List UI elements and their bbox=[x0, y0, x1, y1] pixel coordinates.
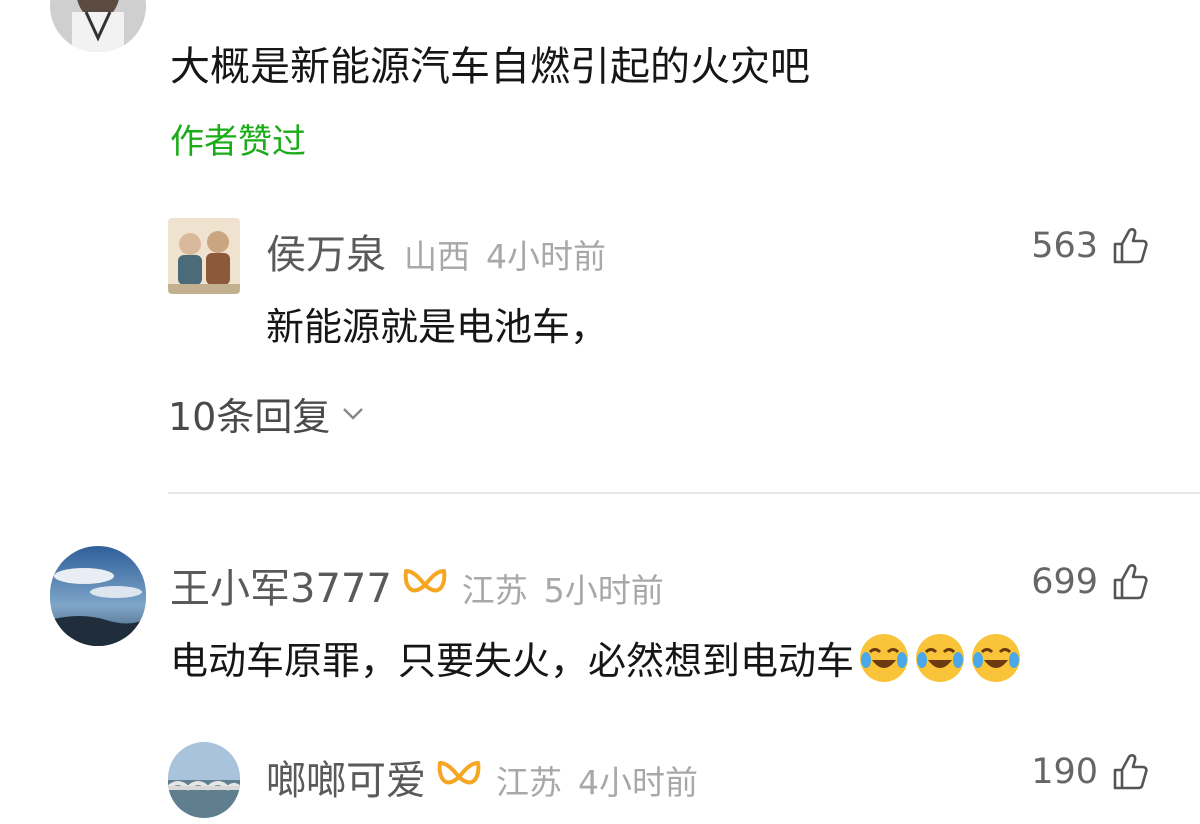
username[interactable]: 侯万泉 bbox=[266, 222, 386, 280]
like-count: 190 bbox=[1031, 752, 1098, 792]
vip-badge-icon bbox=[403, 569, 447, 593]
comment-meta: 王小军3777 江苏 5小时前 bbox=[170, 556, 664, 614]
thumbs-up-icon bbox=[1113, 228, 1148, 264]
location: 山西 bbox=[404, 237, 470, 276]
view-replies-button[interactable]: 10条回复 bbox=[168, 386, 366, 441]
like-button[interactable]: 190 bbox=[1031, 752, 1148, 792]
like-count: 563 bbox=[1031, 226, 1098, 266]
comment-text: 大概是新能源汽车自燃引起的火灾吧 bbox=[170, 44, 810, 90]
avatar[interactable] bbox=[50, 546, 146, 646]
like-button[interactable]: 699 bbox=[1031, 562, 1148, 602]
comment-meta: 啷啷可爱 江苏 4小时前 bbox=[266, 748, 698, 806]
laugh-cry-emoji bbox=[972, 634, 1021, 682]
timestamp: 4小时前 bbox=[486, 237, 606, 276]
laugh-cry-emoji bbox=[916, 634, 965, 682]
avatar[interactable] bbox=[168, 218, 240, 294]
thumbs-up-icon bbox=[1113, 564, 1148, 600]
comment-text: 电动车原罪，只要失火，必然想到电动车 bbox=[170, 630, 1022, 685]
avatar[interactable] bbox=[50, 0, 146, 52]
chevron-down-icon bbox=[343, 407, 364, 420]
comment-text: 新能源就是电池车， bbox=[266, 305, 609, 349]
laugh-cry-emoji bbox=[860, 634, 909, 682]
timestamp: 4小时前 bbox=[578, 763, 698, 802]
location: 江苏 bbox=[496, 763, 562, 802]
like-button[interactable]: 563 bbox=[1031, 226, 1148, 266]
timestamp: 5小时前 bbox=[543, 571, 664, 610]
comment-meta: 侯万泉 山西 4小时前 bbox=[266, 222, 606, 280]
avatar[interactable] bbox=[168, 742, 240, 818]
author-liked-label: 作者赞过 bbox=[170, 122, 306, 162]
username[interactable]: 王小军3777 bbox=[170, 556, 392, 614]
replies-count: 10条回复 bbox=[168, 395, 331, 439]
thumbs-up-icon bbox=[1113, 754, 1148, 790]
comment-text-content: 电动车原罪，只要失火，必然想到电动车 bbox=[170, 639, 855, 683]
location: 江苏 bbox=[461, 571, 528, 610]
divider bbox=[168, 492, 1200, 494]
username[interactable]: 啷啷可爱 bbox=[266, 748, 426, 806]
vip-badge-icon bbox=[437, 761, 481, 785]
like-count: 699 bbox=[1031, 562, 1098, 602]
